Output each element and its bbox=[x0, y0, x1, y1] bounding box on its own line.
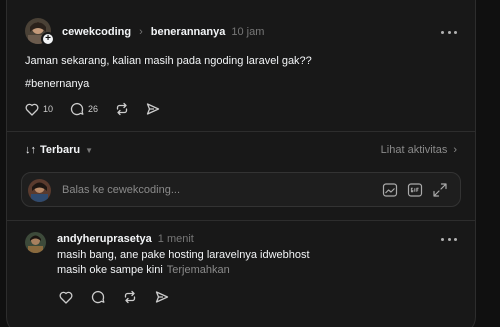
post-text: Jaman sekarang, kalian masih pada ngodin… bbox=[25, 55, 312, 67]
repost-button[interactable] bbox=[115, 102, 129, 116]
comment-timestamp: 1 menit bbox=[157, 233, 194, 245]
post-actions: 10 26 bbox=[25, 102, 177, 116]
chevron-right-icon: › bbox=[139, 26, 143, 38]
sort-icon: ↓↑ bbox=[25, 144, 36, 156]
activity-label: Lihat aktivitas bbox=[380, 144, 448, 156]
heart-icon bbox=[25, 103, 39, 116]
chevron-down-icon: ▼ bbox=[85, 145, 94, 155]
comment-count: 26 bbox=[88, 104, 99, 114]
plus-icon: + bbox=[45, 33, 51, 44]
like-button[interactable] bbox=[59, 291, 73, 304]
repost-icon bbox=[124, 290, 136, 304]
gif-button[interactable] bbox=[407, 182, 423, 198]
gif-icon bbox=[407, 183, 423, 197]
expand-icon bbox=[433, 183, 447, 197]
repost-icon bbox=[116, 102, 128, 116]
post-hashtag[interactable]: #benernanya bbox=[25, 78, 89, 90]
sort-dropdown[interactable]: ↓↑ Terbaru ▼ bbox=[25, 144, 93, 156]
comment-text-line: masih bang, ane pake hosting laravelnya … bbox=[57, 249, 310, 261]
commenter-name[interactable]: andyheruprasetya bbox=[57, 233, 152, 245]
share-icon bbox=[155, 291, 169, 303]
post-timestamp: 10 jam bbox=[231, 26, 265, 38]
follow-badge[interactable]: + bbox=[41, 32, 55, 46]
share-button[interactable] bbox=[146, 102, 160, 116]
image-icon bbox=[382, 183, 398, 197]
commenter-avatar[interactable] bbox=[25, 232, 46, 253]
chevron-right-icon: › bbox=[453, 144, 457, 156]
comment-button[interactable] bbox=[91, 290, 105, 304]
author-name[interactable]: cewekcoding bbox=[62, 26, 131, 38]
divider bbox=[7, 220, 475, 221]
expand-button[interactable] bbox=[432, 182, 448, 198]
more-icon[interactable] bbox=[441, 29, 457, 35]
reply-box[interactable]: Balas ke cewekcoding... bbox=[21, 172, 461, 207]
comment-text-content: masih oke sampe kini bbox=[57, 264, 163, 276]
comment-actions bbox=[59, 290, 186, 304]
current-user-avatar bbox=[28, 179, 51, 202]
share-icon bbox=[146, 103, 160, 115]
comment-text-line-2: masih oke sampe kini Terjemahkan bbox=[57, 264, 230, 276]
reply-tools bbox=[373, 182, 448, 198]
translate-link[interactable]: Terjemahkan bbox=[167, 264, 230, 276]
comment-header: andyheruprasetya 1 menit bbox=[57, 233, 194, 245]
heart-icon bbox=[59, 291, 73, 304]
repost-button[interactable] bbox=[123, 290, 137, 304]
sort-label: Terbaru bbox=[40, 144, 81, 156]
like-count: 10 bbox=[43, 104, 54, 114]
more-icon[interactable] bbox=[441, 236, 457, 242]
divider bbox=[7, 131, 475, 132]
thread-card: + cewekcoding › benerannanya 10 jam Jama… bbox=[6, 0, 476, 327]
post-header: cewekcoding › benerannanya 10 jam bbox=[62, 25, 264, 39]
like-button[interactable]: 10 bbox=[25, 103, 53, 116]
comment-button[interactable]: 26 bbox=[70, 102, 98, 116]
share-button[interactable] bbox=[155, 290, 169, 304]
reply-input[interactable]: Balas ke cewekcoding... bbox=[62, 184, 180, 196]
comment-icon bbox=[91, 290, 105, 304]
comment-icon bbox=[70, 102, 84, 116]
image-button[interactable] bbox=[382, 182, 398, 198]
topic-name[interactable]: benerannanya bbox=[151, 26, 226, 38]
activity-link[interactable]: Lihat aktivitas › bbox=[381, 144, 457, 156]
